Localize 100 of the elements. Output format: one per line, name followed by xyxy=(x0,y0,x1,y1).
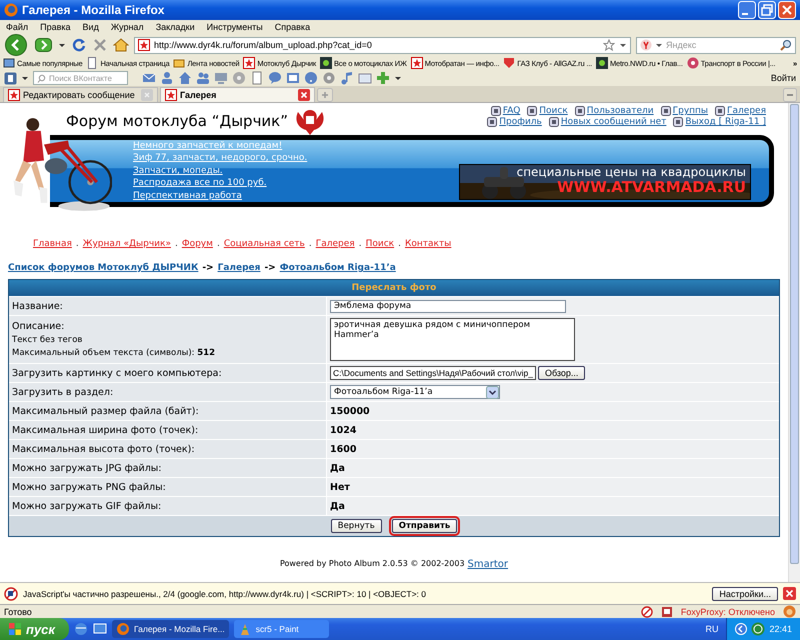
nav-link[interactable]: Главная xyxy=(33,239,72,249)
header-link[interactable]: Новых сообщений нет xyxy=(560,117,666,127)
submit-button[interactable]: Отправить xyxy=(392,519,458,533)
caret-icon[interactable] xyxy=(21,74,29,82)
search-icon[interactable] xyxy=(780,39,792,51)
chevron-icon[interactable] xyxy=(735,623,748,635)
nav-link[interactable]: Журнал «Дырчик» xyxy=(82,239,171,249)
home-button[interactable] xyxy=(113,37,129,53)
menu-item[interactable]: Правка xyxy=(40,22,71,32)
header-link[interactable]: Поиск xyxy=(539,106,568,116)
nav-link[interactable]: Поиск xyxy=(366,239,394,249)
header-link[interactable]: Галерея xyxy=(727,106,766,116)
menu-item[interactable]: Справка xyxy=(274,22,310,32)
separator: . xyxy=(358,239,362,249)
close-button[interactable] xyxy=(778,1,796,19)
link-icon xyxy=(660,106,671,116)
login-link[interactable]: Войти xyxy=(770,73,796,83)
folder-icon xyxy=(3,57,15,69)
browser-tab[interactable]: Галерея xyxy=(160,87,315,102)
link-icon xyxy=(548,117,559,127)
new-tab-button[interactable] xyxy=(317,88,333,102)
header-link[interactable]: Профиль xyxy=(499,117,542,127)
menu-item[interactable]: Закладки xyxy=(156,22,195,32)
field-label: Максимальная высота фото (точек): xyxy=(12,444,196,454)
taskbar-button[interactable]: scr5 - Paint xyxy=(234,620,329,638)
caret-icon[interactable] xyxy=(619,41,627,49)
browse-button[interactable]: Обзор... xyxy=(538,366,586,380)
menu-item[interactable]: Инструменты xyxy=(206,22,263,32)
page-icon xyxy=(86,57,98,69)
stop-button[interactable] xyxy=(92,37,108,53)
field-label: Можно загружать PNG файлы: xyxy=(12,482,167,492)
music-note-icon[interactable] xyxy=(340,71,354,85)
breadcrumb-link[interactable]: Галерея xyxy=(218,263,260,273)
field-value: 1024 xyxy=(330,424,356,436)
close-icon[interactable] xyxy=(783,587,796,600)
forward-button[interactable] xyxy=(35,36,53,54)
news-link[interactable]: Распродажа все по 100 руб. xyxy=(133,177,308,190)
header-link[interactable]: Выход [ Riga-11 ] xyxy=(685,117,766,127)
nav-link[interactable]: Социальная сеть xyxy=(224,239,305,249)
scrollbar[interactable] xyxy=(788,103,800,582)
nav-link[interactable]: Форум xyxy=(182,239,213,249)
header-link[interactable]: Пользователи xyxy=(586,106,654,116)
separator: . xyxy=(398,239,401,249)
folder-icon[interactable] xyxy=(358,71,372,85)
footer-link[interactable]: Smartor xyxy=(468,559,508,570)
input-field[interactable]: Эмблема форума xyxy=(330,300,566,312)
field-label: Описание: xyxy=(12,321,66,332)
header-link[interactable]: Группы xyxy=(672,106,708,116)
caret-icon[interactable] xyxy=(655,41,663,49)
ad-banner[interactable]: специальные цены на квадроциклы WWW.ATVARMADA.RU xyxy=(459,164,751,200)
menu-item[interactable]: Вид xyxy=(82,22,99,32)
reset-button[interactable]: Вернуть xyxy=(330,519,382,533)
maximize-button[interactable] xyxy=(758,1,776,19)
person-icon[interactable] xyxy=(160,71,174,85)
monitor-icon[interactable] xyxy=(214,71,228,85)
mail-icon[interactable] xyxy=(142,71,156,85)
start-button[interactable]: пуск xyxy=(0,618,69,640)
proxy-status[interactable]: FoxyProxy: Отключено xyxy=(680,606,775,616)
desktop-icon[interactable] xyxy=(93,622,107,636)
link-icon xyxy=(574,106,585,116)
browser-tab[interactable]: Редактировать сообщение xyxy=(3,87,158,102)
header-link[interactable]: FAQ xyxy=(502,106,520,116)
separator: . xyxy=(216,239,220,249)
menu-item[interactable]: Файл xyxy=(6,22,28,32)
bookmark-star-icon[interactable] xyxy=(603,39,615,51)
minimize-button[interactable] xyxy=(738,1,756,19)
news-link[interactable]: Перспективная работа xyxy=(133,190,308,202)
news-link[interactable]: Запчасти, мопеды. xyxy=(133,164,308,178)
star-icon xyxy=(8,89,20,101)
file-path-field[interactable]: C:\Documents and Settings\Надя\Рабочий стол\vip_ xyxy=(330,366,536,380)
select-field[interactable]: Фотоальбом Riga-11’a xyxy=(330,385,500,399)
breadcrumb-link[interactable]: Фотоальбом Riga-11’a xyxy=(280,263,396,273)
document-icon[interactable] xyxy=(250,71,264,85)
field-note: Максимальный объем текста (символы): 512 xyxy=(12,348,216,358)
house-icon[interactable] xyxy=(178,71,192,85)
caret-icon[interactable] xyxy=(58,41,66,49)
field-value: 150000 xyxy=(330,406,370,416)
speech-bubble-icon[interactable] xyxy=(268,71,282,85)
language-indicator[interactable]: RU xyxy=(705,624,718,634)
caret-icon[interactable] xyxy=(394,74,402,82)
disc-icon[interactable] xyxy=(232,71,246,85)
address-field[interactable]: http://www.dyr4k.ru/forum/album_upload.php?cat_id=0 xyxy=(134,36,631,54)
reload-button[interactable] xyxy=(71,37,87,53)
back-button[interactable] xyxy=(4,34,30,56)
people-icon[interactable] xyxy=(196,71,210,85)
nav-link[interactable]: Контакты xyxy=(404,239,452,249)
breadcrumb-link[interactable]: Список форумов Мотоклуб ДЫРЧИК xyxy=(8,263,198,273)
square-logo-icon xyxy=(596,57,608,69)
settings-button[interactable]: Настройки... xyxy=(712,586,778,600)
taskbar-button[interactable]: Галерея - Mozilla Fire... xyxy=(112,620,229,638)
field-label: Максимальный размер файла (байт): xyxy=(12,406,200,416)
nav-link[interactable]: Галерея xyxy=(316,239,355,249)
text-area[interactable]: эротичная девушка рядом с миничоппером Hammer’а xyxy=(330,318,575,361)
link-icon xyxy=(715,106,726,116)
tab-list-button[interactable] xyxy=(783,88,797,102)
square-logo-icon xyxy=(320,57,332,69)
close-tab-icon[interactable] xyxy=(298,89,310,101)
menu-item[interactable]: Журнал xyxy=(110,22,144,32)
form-title: Переслать фото xyxy=(9,280,779,296)
field-label: Название: xyxy=(12,300,64,312)
